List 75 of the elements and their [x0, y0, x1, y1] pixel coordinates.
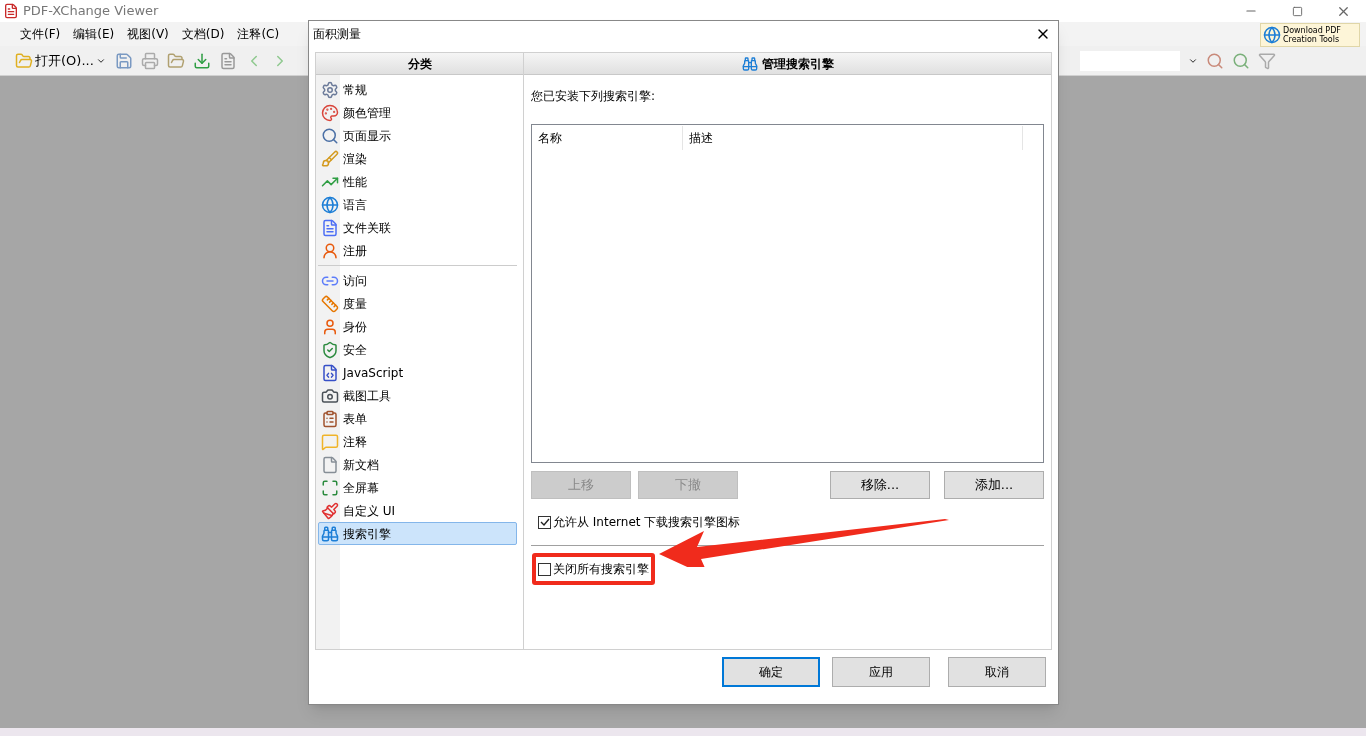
- window-title: PDF-XChange Viewer: [23, 2, 159, 21]
- restore-icon: [1291, 5, 1303, 17]
- dialog-title: 面积测量: [313, 25, 361, 43]
- panel-title: 管理搜索引擎: [761, 55, 834, 73]
- printer-icon[interactable]: [140, 51, 159, 70]
- category-item[interactable]: 常规: [318, 78, 521, 101]
- folder-icon[interactable]: [166, 51, 185, 70]
- category-item[interactable]: 注释: [318, 430, 517, 453]
- menu-item[interactable]: 文档(D): [180, 25, 226, 43]
- document-icon: [321, 218, 339, 237]
- magnifier-icon: [321, 126, 339, 145]
- category-item[interactable]: 度量: [318, 292, 517, 315]
- form-icon: [321, 409, 339, 428]
- category-item[interactable]: 语言: [318, 193, 521, 216]
- dialog-button[interactable]: 确定: [722, 657, 820, 687]
- globe-icon: [321, 195, 339, 214]
- fullscreen-icon: [321, 478, 339, 497]
- category-item[interactable]: 性能: [318, 170, 521, 193]
- gear-icon: [321, 80, 339, 99]
- find-next-icon[interactable]: [1232, 51, 1250, 70]
- category-item[interactable]: 安全: [318, 338, 517, 361]
- folder-icon: [15, 51, 33, 70]
- category-item[interactable]: 文件关联: [318, 216, 521, 239]
- category-item[interactable]: 全屏幕: [318, 476, 517, 499]
- category-item[interactable]: 新文档: [318, 453, 517, 476]
- menu-item[interactable]: 编辑(E): [72, 25, 116, 43]
- filter-icon[interactable]: [1258, 51, 1276, 70]
- promo-text: Download PDF: [1283, 26, 1341, 35]
- binoculars-icon: [741, 55, 758, 72]
- code-file-icon: [321, 363, 339, 382]
- menu-item[interactable]: 注释(C): [236, 25, 281, 43]
- category-item[interactable]: 访问: [318, 269, 517, 292]
- panel-header: 分类: [316, 53, 523, 75]
- category-item[interactable]: 页面显示: [318, 124, 521, 147]
- camera-icon: [321, 386, 339, 405]
- menu-item[interactable]: 视图(V): [126, 25, 170, 43]
- user-icon: [321, 317, 339, 336]
- category-item[interactable]: 身份: [318, 315, 517, 338]
- category-item[interactable]: 颜色管理: [318, 101, 521, 124]
- dialog-button[interactable]: 移除...: [830, 471, 930, 499]
- dialog-button[interactable]: 取消: [948, 657, 1046, 687]
- user-icon: [321, 241, 339, 260]
- ruler-icon: [321, 294, 339, 313]
- category-item[interactable]: JavaScript: [318, 361, 517, 384]
- brush-icon: [321, 149, 339, 168]
- promo-text: Creation Tools: [1283, 35, 1341, 44]
- checkbox-label: 关闭所有搜索引擎: [553, 561, 649, 578]
- checkbox[interactable]: [538, 515, 551, 529]
- globe-icon: [1263, 26, 1281, 44]
- category-item[interactable]: 自定义 UI: [318, 499, 517, 522]
- promo-button[interactable]: Download PDF Creation Tools: [1260, 23, 1360, 47]
- open-button[interactable]: 打开(O)...: [14, 48, 107, 73]
- save-icon[interactable]: [114, 51, 133, 70]
- app-logo-icon: [3, 3, 19, 19]
- category-item[interactable]: 渲染: [318, 147, 521, 170]
- speech-bubble-icon: [321, 432, 339, 451]
- checkbox[interactable]: [538, 562, 551, 576]
- new-document-icon: [321, 455, 339, 474]
- shield-icon: [321, 340, 339, 359]
- find-previous-icon[interactable]: [1206, 51, 1224, 70]
- column-header[interactable]: 描述: [683, 125, 1023, 150]
- download-icon[interactable]: [192, 51, 211, 70]
- intro-text: 您已安装下列搜索引擎:: [531, 88, 657, 105]
- column-header[interactable]: 名称: [532, 125, 683, 150]
- dialog-button[interactable]: 应用: [832, 657, 930, 687]
- menu-item[interactable]: 文件(F): [19, 25, 62, 43]
- category-item[interactable]: 搜索引擎: [318, 522, 517, 545]
- palette-icon: [321, 103, 339, 122]
- dialog-button[interactable]: 添加...: [944, 471, 1044, 499]
- category-item[interactable]: 注册: [318, 239, 521, 262]
- binoculars-icon: [321, 524, 339, 543]
- checkbox-label: 允许从 Internet 下载搜索引擎图标: [553, 514, 741, 531]
- category-item[interactable]: 截图工具: [318, 384, 517, 407]
- brush-icon: [321, 501, 339, 520]
- category-item[interactable]: 表单: [318, 407, 517, 430]
